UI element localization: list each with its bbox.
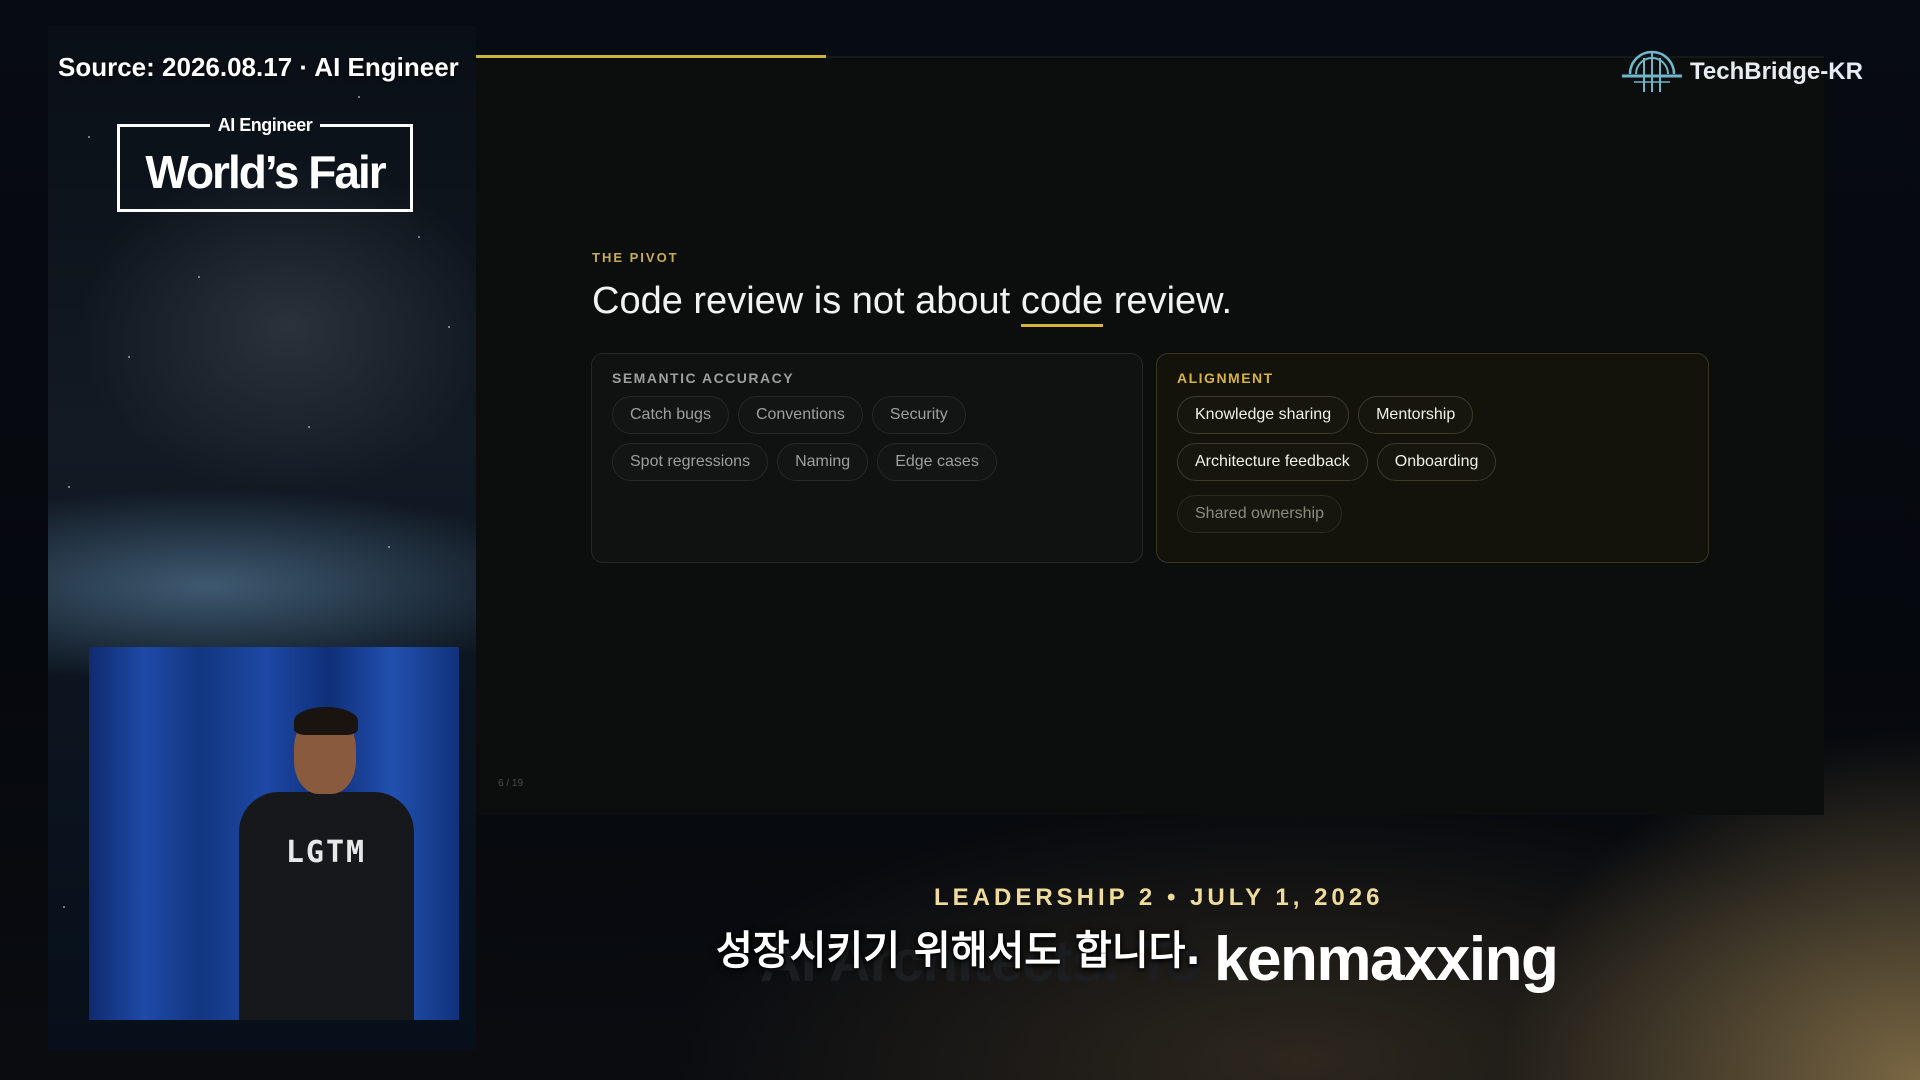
shirt-text: LGTM xyxy=(285,835,367,870)
star xyxy=(308,426,310,428)
source-label: Source: 2026.08.17 · AI Engineer xyxy=(58,52,459,82)
chip: Mentorship xyxy=(1358,396,1474,434)
chip: Shared ownership xyxy=(1177,495,1342,533)
slide-progress-fill xyxy=(476,55,826,58)
headline-highlight: code xyxy=(1020,280,1104,327)
chip: Knowledge sharing xyxy=(1177,396,1350,434)
slide-headline: Code review is not about code review. xyxy=(592,280,1233,327)
chip: Onboarding xyxy=(1376,443,1497,481)
star xyxy=(68,486,70,488)
event-line: LEADERSHIP 2 • JULY 1, 2026 xyxy=(934,884,1384,911)
chip-row: Spot regressions Naming Edge cases xyxy=(612,443,997,481)
star xyxy=(418,236,420,238)
talk-title-end: kenmaxxing xyxy=(1214,925,1559,994)
chip-row: Shared ownership xyxy=(1177,495,1342,533)
slide-page-number: 6 / 19 xyxy=(498,778,524,789)
star xyxy=(198,276,200,278)
chip-row: Architecture feedback Onboarding xyxy=(1177,443,1497,481)
bridge-globe-icon xyxy=(1620,44,1684,100)
chip-row: Knowledge sharing Mentorship xyxy=(1177,396,1474,434)
headline-part: Code review is not about xyxy=(592,280,1021,322)
chip: Edge cases xyxy=(877,443,997,481)
star xyxy=(388,546,390,548)
star xyxy=(358,96,360,98)
chip: Naming xyxy=(777,443,869,481)
logo-top-text: AI Engineer xyxy=(209,115,321,135)
speaker-video: LGTM xyxy=(89,647,459,1020)
chip: Catch bugs xyxy=(612,396,729,434)
star xyxy=(128,356,130,358)
korean-subtitle: 성장시키기 위해서도 합니다. xyxy=(716,928,1201,974)
event-logo: AI Engineer World’s Fair xyxy=(117,115,413,212)
brand-name: TechBridge-KR xyxy=(1690,58,1863,85)
star xyxy=(63,906,65,908)
headline-part: review. xyxy=(1103,280,1233,322)
star xyxy=(448,326,450,328)
speaker-hair xyxy=(294,707,358,735)
semantic-accuracy-card: SEMANTIC ACCURACY Catch bugs Conventions… xyxy=(591,353,1143,563)
speaker-body xyxy=(239,792,414,1020)
channel-brand: TechBridge-KR xyxy=(1620,44,1863,100)
chip: Security xyxy=(871,396,966,434)
chip: Conventions xyxy=(737,396,863,434)
chip-row: Catch bugs Conventions Security xyxy=(612,396,966,434)
star xyxy=(88,136,90,138)
chip: Spot regressions xyxy=(612,443,769,481)
logo-main-text: World’s Fair xyxy=(145,146,386,198)
slide-eyebrow: THE PIVOT xyxy=(592,250,679,265)
card-title: ALIGNMENT xyxy=(1177,370,1274,386)
chip: Architecture feedback xyxy=(1177,443,1368,481)
alignment-card: ALIGNMENT Knowledge sharing Mentorship A… xyxy=(1156,353,1709,563)
card-title: SEMANTIC ACCURACY xyxy=(612,370,795,386)
